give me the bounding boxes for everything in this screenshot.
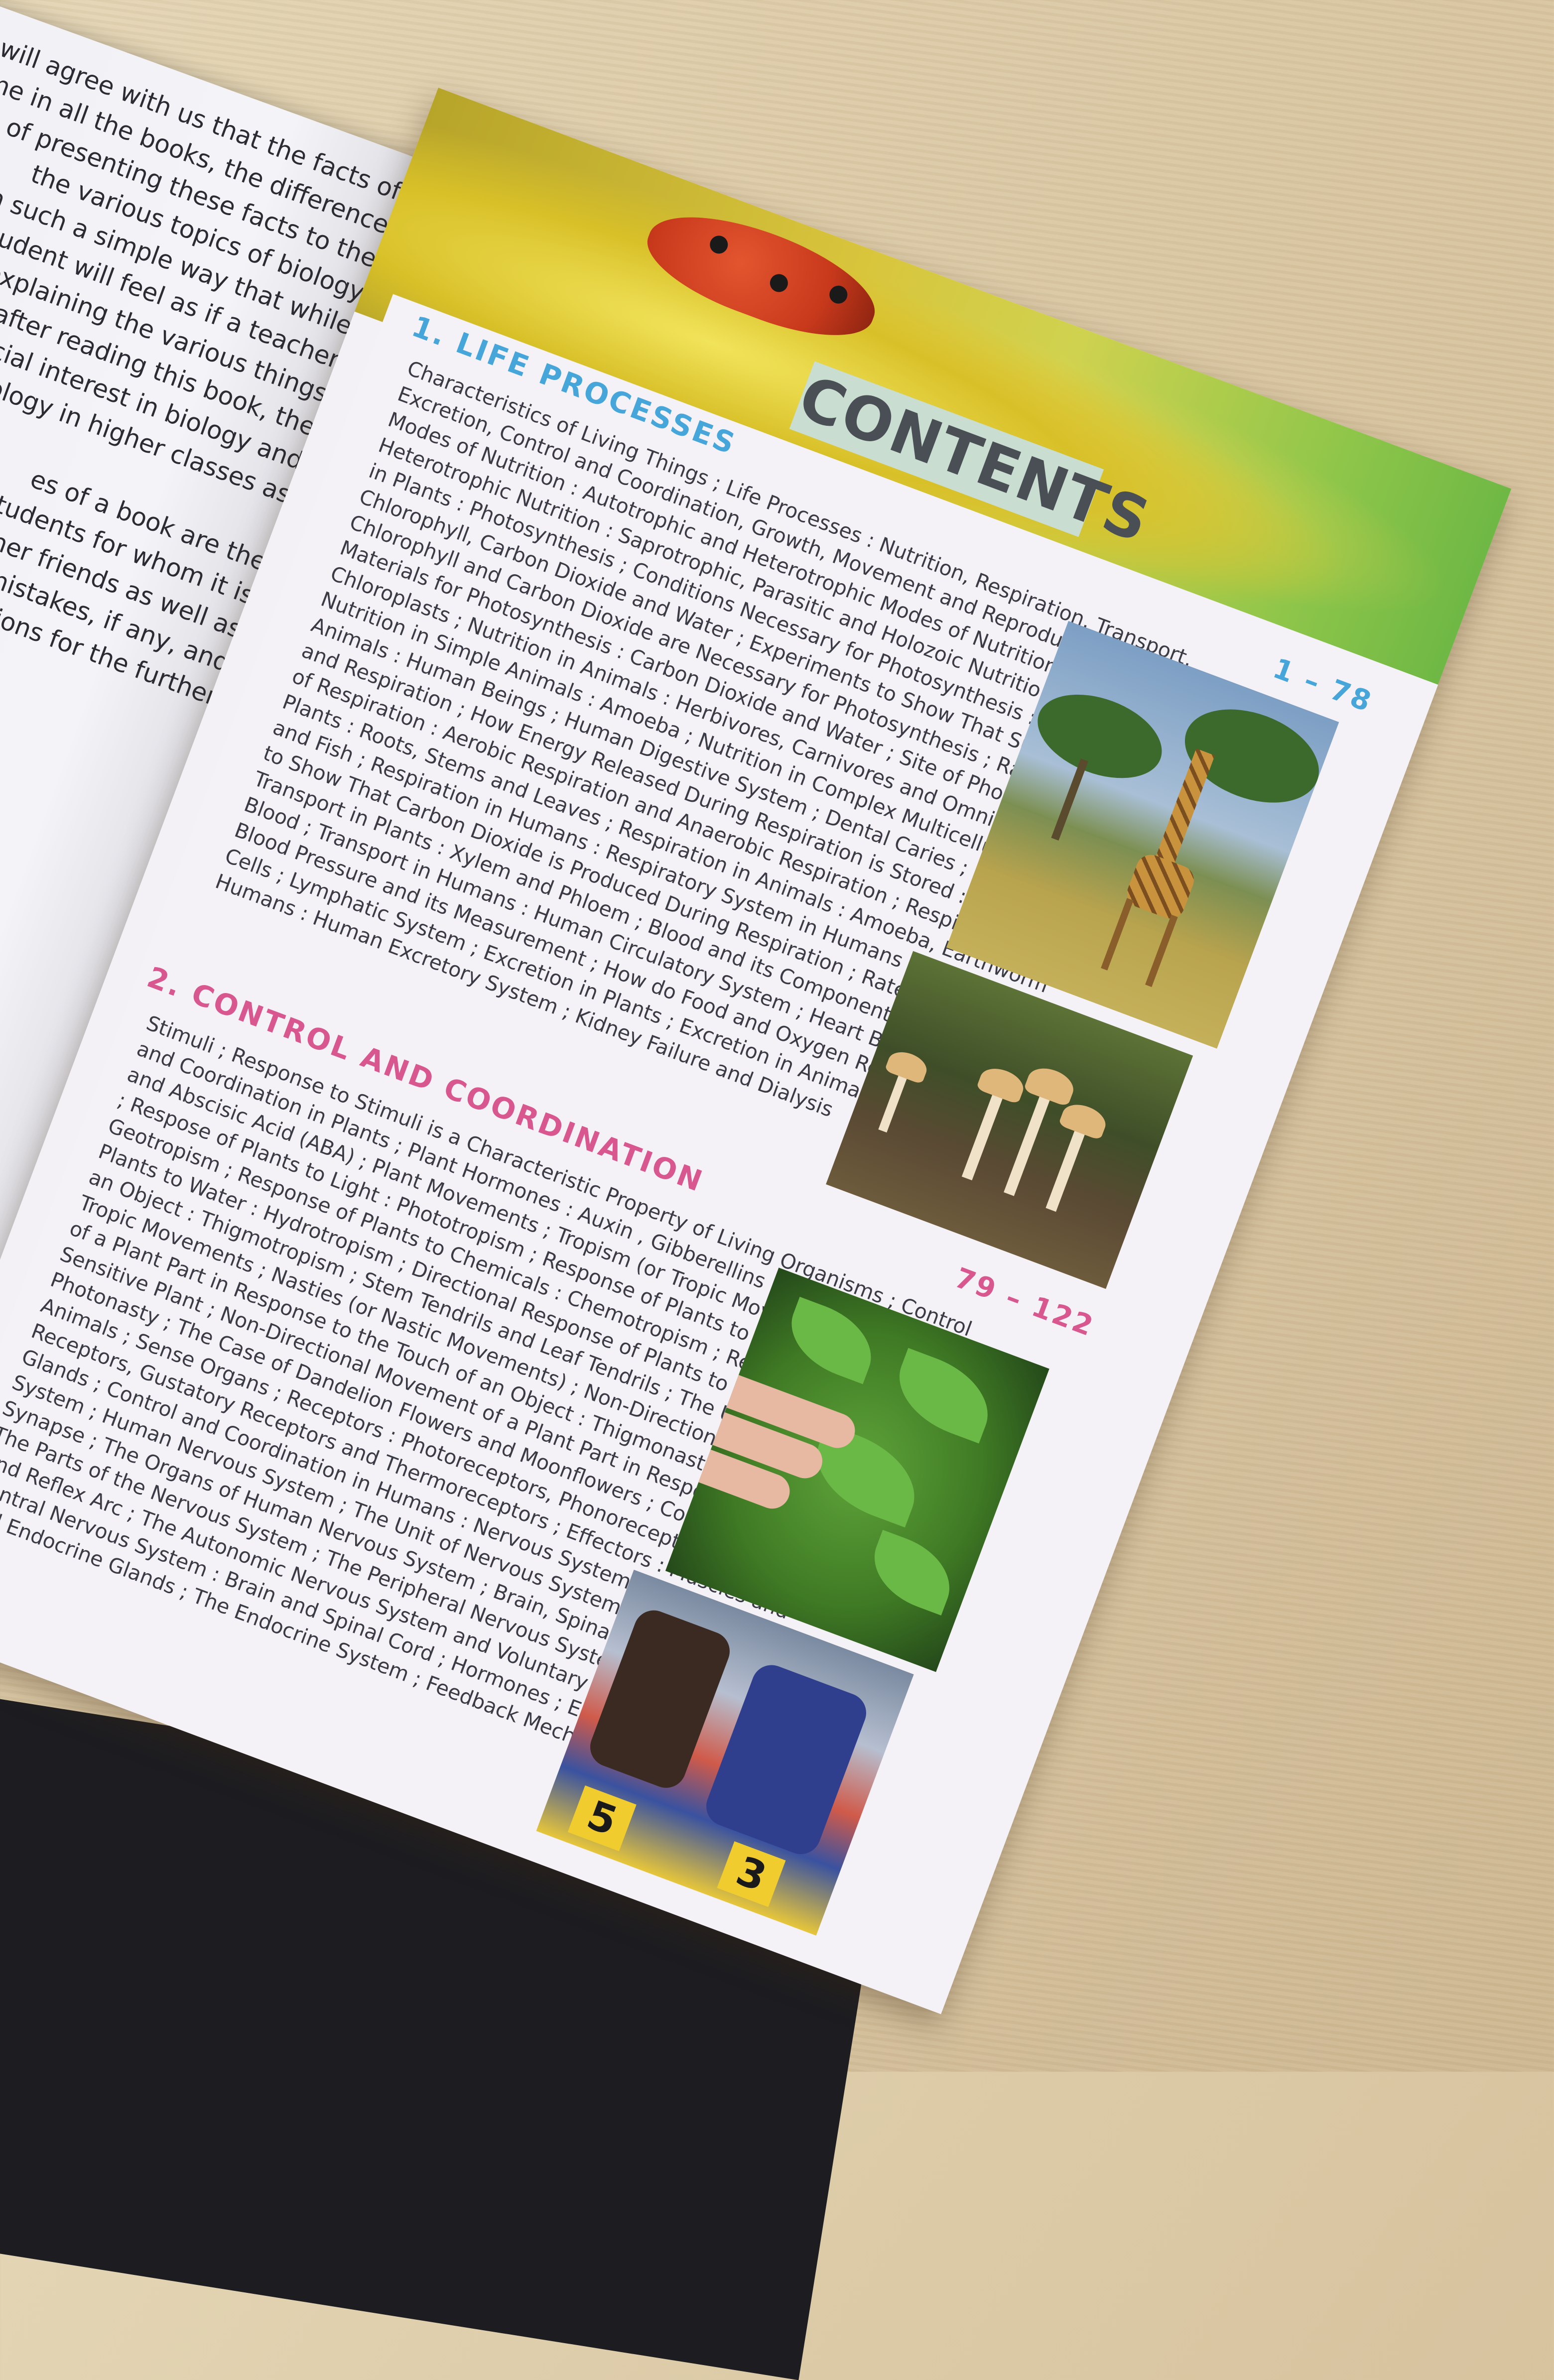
giraffe-leg [1101,898,1134,971]
giraffe-leg [1145,914,1178,987]
tree-trunk [1051,758,1088,841]
runner-right [700,1659,872,1860]
mushroom-cap [1023,1062,1078,1107]
runner-bib-left: 5 [567,1785,637,1852]
mushroom-cap [1058,1099,1110,1141]
ladybug-spot [767,271,791,295]
mushroom-cap [884,1047,930,1085]
giraffe-body [1123,850,1198,923]
ladybug-spot [827,283,850,306]
leaf [862,1529,962,1616]
mushroom-cap [976,1063,1028,1105]
runner-bib-right: 3 [717,1841,786,1907]
leaf [778,1296,884,1384]
giraffe-neck [1153,748,1215,873]
tree-canopy [1026,678,1173,794]
ladybug-spot [707,233,731,256]
leaf [885,1348,1002,1444]
